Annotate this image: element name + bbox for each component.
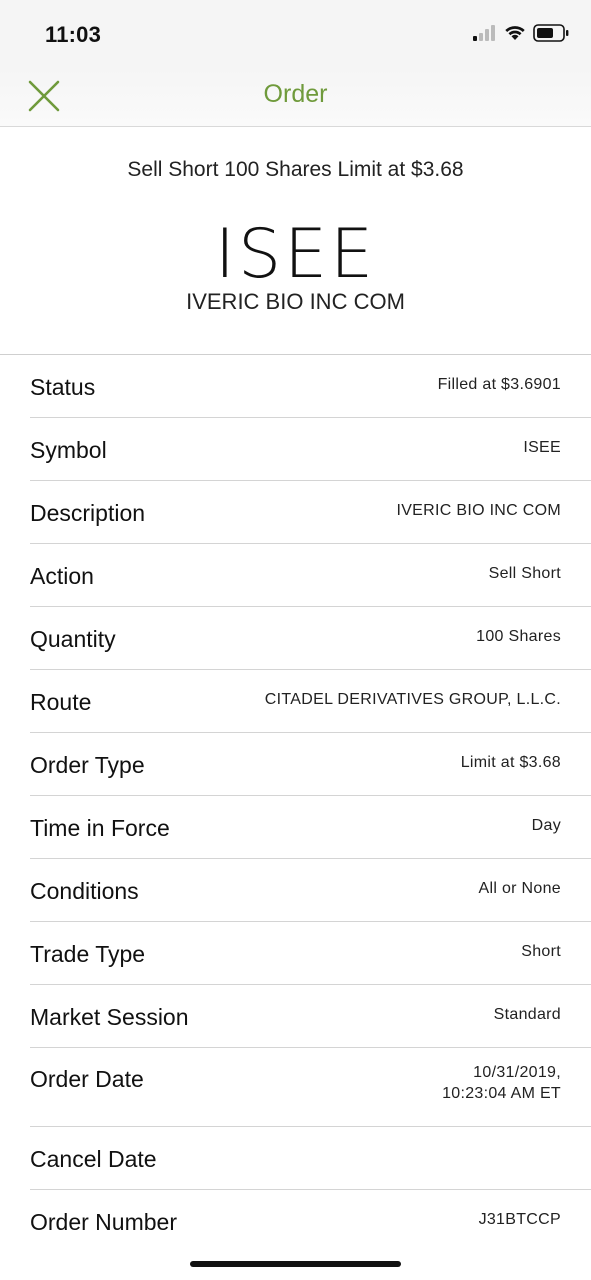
status-bar: 11:03 — [0, 0, 591, 68]
detail-label: Order Date — [30, 1066, 144, 1092]
detail-label: Symbol — [30, 437, 107, 463]
detail-value: Limit at $3.68 — [460, 754, 561, 771]
screen-content: 11:03 Order Sell Short 100 Shares Limit … — [0, 0, 591, 1230]
order-summary-line: Sell Short 100 Shares Limit at $3.68 — [127, 158, 464, 181]
page-title: Order — [263, 80, 328, 108]
detail-label: Quantity — [30, 626, 116, 652]
detail-label: Route — [30, 689, 92, 715]
status-time: 11:03 — [45, 22, 102, 47]
detail-row-quantity: Quantity 100 Shares — [30, 607, 591, 670]
detail-value: 100 Shares — [476, 628, 561, 645]
detail-row-market-session: Market Session Standard — [30, 985, 591, 1048]
detail-label: Trade Type — [30, 941, 146, 967]
status-icons — [473, 24, 569, 42]
detail-row-order-number: Order Number J31BTCCP — [30, 1190, 591, 1230]
detail-value: Sell Short — [488, 565, 561, 582]
detail-value: ISEE — [523, 439, 561, 456]
detail-label: Description — [30, 500, 146, 526]
detail-label: Conditions — [30, 878, 139, 904]
detail-label: Market Session — [30, 1004, 189, 1030]
detail-label: Order Number — [30, 1209, 177, 1230]
detail-row-trade-type: Trade Type Short — [30, 922, 591, 985]
order-date-line: 10/31/2019, — [473, 1064, 561, 1081]
detail-value: IVERIC BIO INC COM — [396, 502, 561, 519]
detail-value: Standard — [493, 1006, 561, 1023]
cellular-signal-icon — [473, 25, 495, 41]
detail-label: Cancel Date — [30, 1146, 157, 1172]
detail-row-action: Action Sell Short — [30, 544, 591, 607]
detail-label: Status — [30, 374, 96, 400]
detail-value: Filled at $3.6901 — [437, 376, 561, 393]
detail-row-order-date: Order Date 10/31/2019, 10:23:04 AM ET — [30, 1048, 591, 1127]
detail-value: Day — [531, 817, 561, 834]
detail-value: All or None — [478, 880, 561, 897]
battery-icon — [533, 24, 569, 42]
detail-value: 10/31/2019, 10:23:04 AM ET — [442, 1062, 561, 1104]
order-summary: Sell Short 100 Shares Limit at $3.68 ISE… — [0, 127, 591, 354]
detail-row-time-in-force: Time in Force Day — [30, 796, 591, 859]
detail-row-cancel-date: Cancel Date — [30, 1127, 591, 1190]
detail-row-symbol: Symbol ISEE — [30, 418, 591, 481]
detail-value: CITADEL DERIVATIVES GROUP, L.L.C. — [264, 691, 561, 708]
detail-label: Action — [30, 563, 94, 589]
detail-value: J31BTCCP — [478, 1211, 561, 1228]
detail-row-conditions: Conditions All or None — [30, 859, 591, 922]
ticker-symbol: ISEE — [214, 215, 377, 294]
detail-label: Time in Force — [30, 815, 170, 841]
home-indicator[interactable] — [190, 1261, 401, 1267]
detail-row-description: Description IVERIC BIO INC COM — [30, 481, 591, 544]
detail-row-route: Route CITADEL DERIVATIVES GROUP, L.L.C. — [30, 670, 591, 733]
detail-row-order-type: Order Type Limit at $3.68 — [30, 733, 591, 796]
company-name: IVERIC BIO INC COM — [186, 289, 405, 314]
order-time-line: 10:23:04 AM ET — [442, 1085, 561, 1102]
detail-label: Order Type — [30, 752, 145, 778]
detail-row-status: Status Filled at $3.6901 — [30, 355, 591, 418]
wifi-icon — [505, 26, 525, 40]
detail-value: Short — [521, 943, 561, 960]
nav-bar: Order — [0, 68, 591, 127]
order-details-list: Status Filled at $3.6901 Symbol ISEE Des… — [0, 355, 591, 1230]
